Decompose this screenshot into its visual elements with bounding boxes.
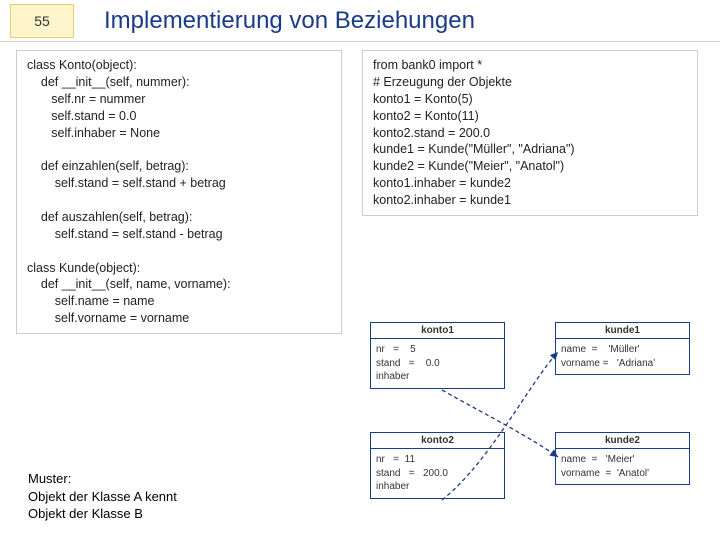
obj-konto1-body: nr = 5 stand = 0.0 inhaber <box>371 339 504 388</box>
obj-kunde1-body: name = 'Müller' vorname = 'Adriana' <box>556 339 689 374</box>
obj-konto1-header: konto1 <box>371 323 504 339</box>
slide-content: class Konto(object): def __init__(self, … <box>0 42 720 58</box>
code-right: from bank0 import * # Erzeugung der Obje… <box>362 50 698 216</box>
slide-title: Implementierung von Beziehungen <box>104 7 475 35</box>
pattern-note: Muster: Objekt der Klasse A kennt Objekt… <box>28 470 177 523</box>
slide-number-badge: 55 <box>10 4 74 38</box>
code-left: class Konto(object): def __init__(self, … <box>16 50 342 334</box>
obj-kunde2-header: kunde2 <box>556 433 689 449</box>
obj-kunde1-header: kunde1 <box>556 323 689 339</box>
obj-kunde2-body: name = 'Meier' vorname = 'Anatol' <box>556 449 689 484</box>
obj-konto2-header: konto2 <box>371 433 504 449</box>
obj-konto1: konto1 nr = 5 stand = 0.0 inhaber <box>370 322 505 389</box>
obj-kunde2: kunde2 name = 'Meier' vorname = 'Anatol' <box>555 432 690 485</box>
obj-konto2-body: nr = 11 stand = 200.0 inhaber <box>371 449 504 498</box>
object-diagram: konto1 nr = 5 stand = 0.0 inhaber kunde1… <box>370 322 700 542</box>
obj-kunde1: kunde1 name = 'Müller' vorname = 'Adrian… <box>555 322 690 375</box>
obj-konto2: konto2 nr = 11 stand = 200.0 inhaber <box>370 432 505 499</box>
slide-header: 55 Implementierung von Beziehungen <box>0 0 720 42</box>
